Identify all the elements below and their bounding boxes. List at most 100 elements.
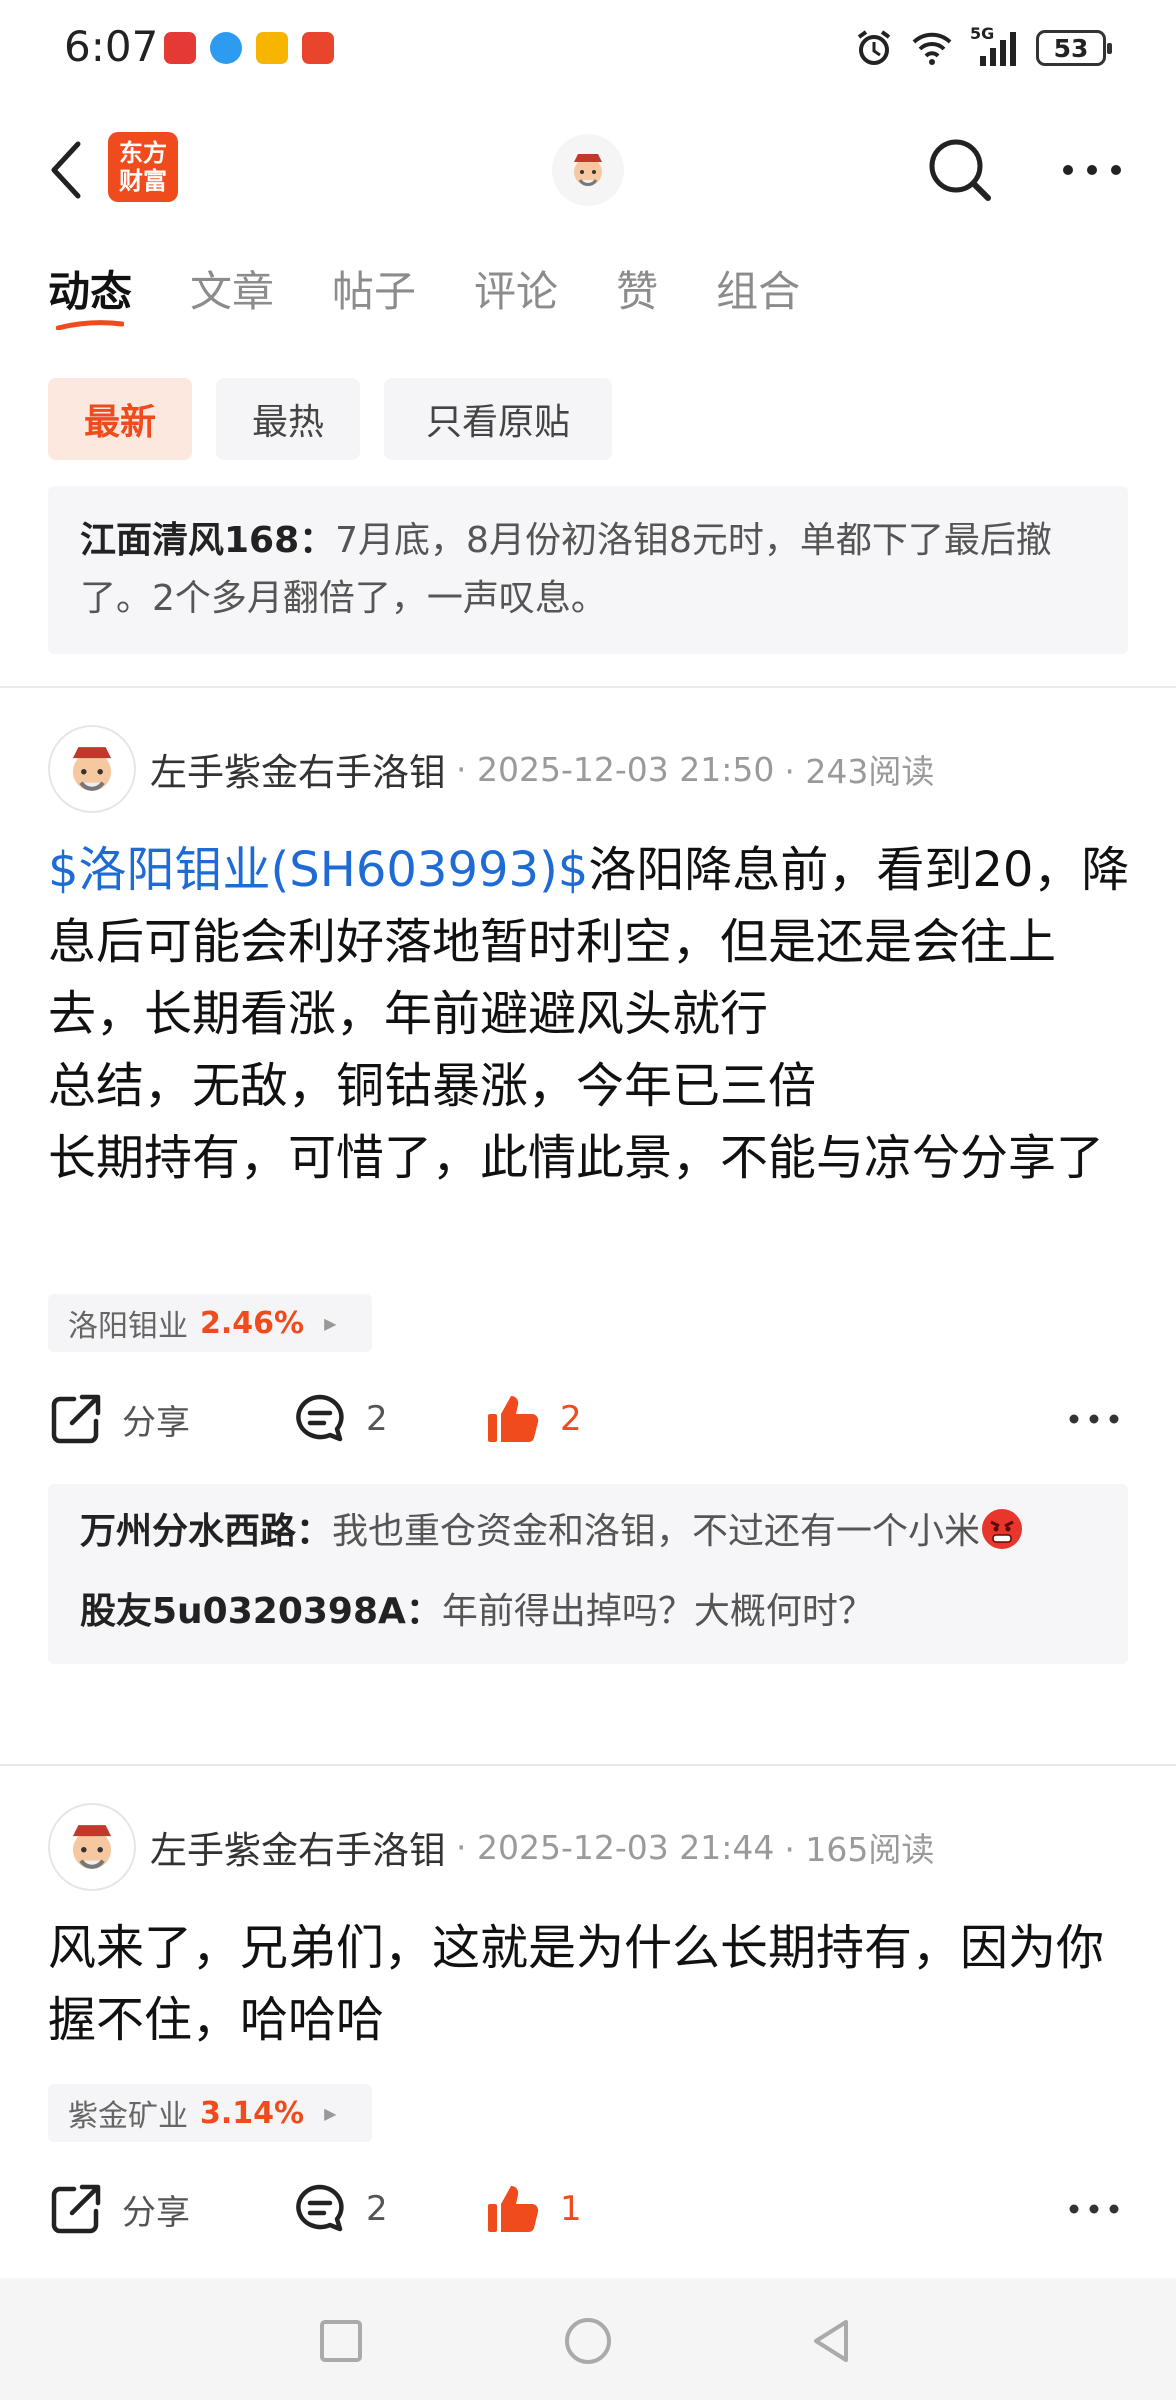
- more-horizontal-icon: [1069, 2204, 1119, 2214]
- wifi-icon: [912, 32, 952, 65]
- triangle-back-icon: [814, 2320, 848, 2362]
- post-read-count: · 165阅读: [784, 1830, 935, 1869]
- thumbs-up-icon: [488, 2186, 539, 2232]
- logo-text-line2: 财富: [119, 167, 167, 195]
- top-header: 东方 财富: [0, 120, 1176, 220]
- post-more-button[interactable]: [1068, 1384, 1138, 1454]
- comment-item[interactable]: 股友5u0320398A：年前得出掉吗？大概何时？: [80, 1582, 1096, 1642]
- comment-icon: [296, 2184, 344, 2232]
- stock-name: 洛阳钼业: [68, 1309, 188, 1344]
- more-horizontal-icon: [1069, 1414, 1119, 1424]
- alarm-icon: [857, 30, 891, 65]
- share-label: 分享: [122, 1402, 190, 1443]
- post-time: · 2025-12-03 21:44: [456, 1827, 775, 1867]
- more-horizontal-icon: [1063, 165, 1121, 175]
- post-header: 左手紫金右手洛钼 · 2025-12-03 21:50 · 243阅读: [48, 724, 934, 814]
- like-button[interactable]: 1: [484, 2174, 582, 2244]
- like-count: 2: [560, 1399, 582, 1439]
- chevron-left-icon: [51, 141, 81, 199]
- chevron-right-icon: ▶: [324, 1313, 337, 1333]
- app-logo[interactable]: 东方 财富: [108, 132, 178, 202]
- share-icon: [51, 2184, 101, 2234]
- author-name[interactable]: 左手紫金右手洛钼: [150, 1820, 446, 1874]
- comment-item[interactable]: 万州分水西路：我也重仓资金和洛钼，不过还有一个小米: [80, 1502, 1096, 1562]
- avatar[interactable]: [48, 725, 136, 813]
- system-navigation-bar: [0, 2278, 1176, 2400]
- stock-change: 2.46%: [200, 1305, 305, 1341]
- fortune-god-avatar-icon: [72, 747, 112, 791]
- stock-change: 3.14%: [200, 2095, 305, 2131]
- tab-articles[interactable]: 文章: [190, 258, 274, 319]
- divider: [0, 686, 1176, 688]
- like-count: 1: [560, 2189, 582, 2229]
- share-button[interactable]: 分享: [48, 2174, 190, 2244]
- back-button[interactable]: [44, 134, 92, 206]
- circle-icon: [565, 2318, 611, 2364]
- like-button[interactable]: 2: [484, 1384, 582, 1454]
- post-more-button[interactable]: [1068, 2174, 1138, 2244]
- filter-hottest[interactable]: 最热: [216, 378, 360, 460]
- post-card: 左手紫金右手洛钼 · 2025-12-03 21:44 · 165阅读 风来了，…: [0, 1802, 1176, 2278]
- comment-button[interactable]: 2: [292, 1384, 388, 1454]
- battery-indicator: 53: [1036, 30, 1112, 66]
- fortune-god-avatar-icon: [574, 154, 602, 186]
- mail-app-icon: [256, 32, 288, 64]
- huawei-app-icon: [164, 32, 196, 64]
- more-options-button[interactable]: [1058, 140, 1130, 200]
- quote-username[interactable]: 江面清风168：: [80, 520, 335, 561]
- back-nav-button[interactable]: [796, 2306, 866, 2376]
- divider: [0, 1764, 1176, 1766]
- stock-link[interactable]: $洛阳钼业(SH603993)$: [48, 842, 588, 898]
- search-icon: [929, 139, 991, 201]
- status-time: 6:07: [64, 22, 159, 71]
- share-label: 分享: [122, 2192, 190, 2233]
- angry-face-emoji-icon: [982, 1509, 1023, 1549]
- status-bar: 6:07 5G 53: [0, 0, 1176, 100]
- share-icon: [51, 1394, 101, 1444]
- search-button[interactable]: [924, 134, 996, 206]
- avatar[interactable]: [48, 1803, 136, 1891]
- logo-text-line1: 东方: [119, 139, 167, 167]
- recent-apps-button[interactable]: [306, 2306, 376, 2376]
- tab-dynamics[interactable]: 动态: [48, 258, 133, 330]
- tab-portfolio[interactable]: 组合: [716, 258, 800, 319]
- square-icon: [320, 2320, 362, 2362]
- signal-icon: 5G: [970, 24, 1020, 68]
- post-header: 左手紫金右手洛钼 · 2025-12-03 21:44 · 165阅读: [48, 1802, 934, 1892]
- profile-tabs: 动态 文章 帖子 评论 赞 组合: [48, 258, 858, 330]
- comment-preview[interactable]: 万州分水西路：我也重仓资金和洛钼，不过还有一个小米 股友5u0320398A：年…: [48, 1484, 1128, 1664]
- comment-count: 2: [366, 2189, 388, 2229]
- share-button[interactable]: 分享: [48, 1384, 190, 1454]
- status-app-icons: [164, 32, 334, 64]
- tab-likes[interactable]: 赞: [616, 258, 658, 319]
- filter-latest[interactable]: 最新: [48, 378, 192, 460]
- comment-username[interactable]: 万州分水西路：: [80, 1511, 332, 1552]
- stock-quote-tag[interactable]: 洛阳钼业 2.46% ▶: [48, 1294, 372, 1352]
- profile-avatar[interactable]: [552, 134, 624, 206]
- tab-comments[interactable]: 评论: [474, 258, 558, 319]
- stock-name: 紫金矿业: [68, 2099, 188, 2134]
- tab-posts[interactable]: 帖子: [332, 258, 416, 319]
- stock-quote-tag[interactable]: 紫金矿业 3.14% ▶: [48, 2084, 372, 2142]
- comment-button[interactable]: 2: [292, 2174, 388, 2244]
- status-indicators: 5G 53: [854, 24, 1112, 68]
- post-card: 左手紫金右手洛钼 · 2025-12-03 21:50 · 243阅读 $洛阳钼…: [0, 724, 1176, 1724]
- comment-count: 2: [366, 1399, 388, 1439]
- post-actions: 分享 2 2: [48, 1384, 1128, 1454]
- home-button[interactable]: [553, 2306, 623, 2376]
- tab-label: 动态: [48, 267, 133, 316]
- author-name[interactable]: 左手紫金右手洛钼: [150, 742, 446, 796]
- comment-icon: [296, 1394, 344, 1442]
- post-actions: 分享 2 1: [48, 2174, 1128, 2244]
- post-read-count: · 243阅读: [784, 752, 935, 791]
- post-time: · 2025-12-03 21:50: [456, 749, 775, 789]
- comment-username[interactable]: 股友5u0320398A：: [80, 1591, 442, 1632]
- post-content[interactable]: $洛阳钼业(SH603993)$洛阳降息前，看到20，降息后可能会利好落地暂时利…: [48, 834, 1138, 1194]
- chevron-right-icon: ▶: [324, 2103, 337, 2123]
- filter-original-only[interactable]: 只看原贴: [384, 378, 612, 460]
- post-content[interactable]: 风来了，兄弟们，这就是为什么长期持有，因为你握不住，哈哈哈: [48, 1912, 1138, 2056]
- tab-active-indicator: [56, 320, 124, 330]
- fortune-god-avatar-icon: [72, 1825, 112, 1869]
- thumbs-up-icon: [488, 1396, 539, 1442]
- quoted-comment[interactable]: 江面清风168：7月底，8月份初洛钼8元时，单都下了最后撤了。2个多月翻倍了，一…: [48, 486, 1128, 654]
